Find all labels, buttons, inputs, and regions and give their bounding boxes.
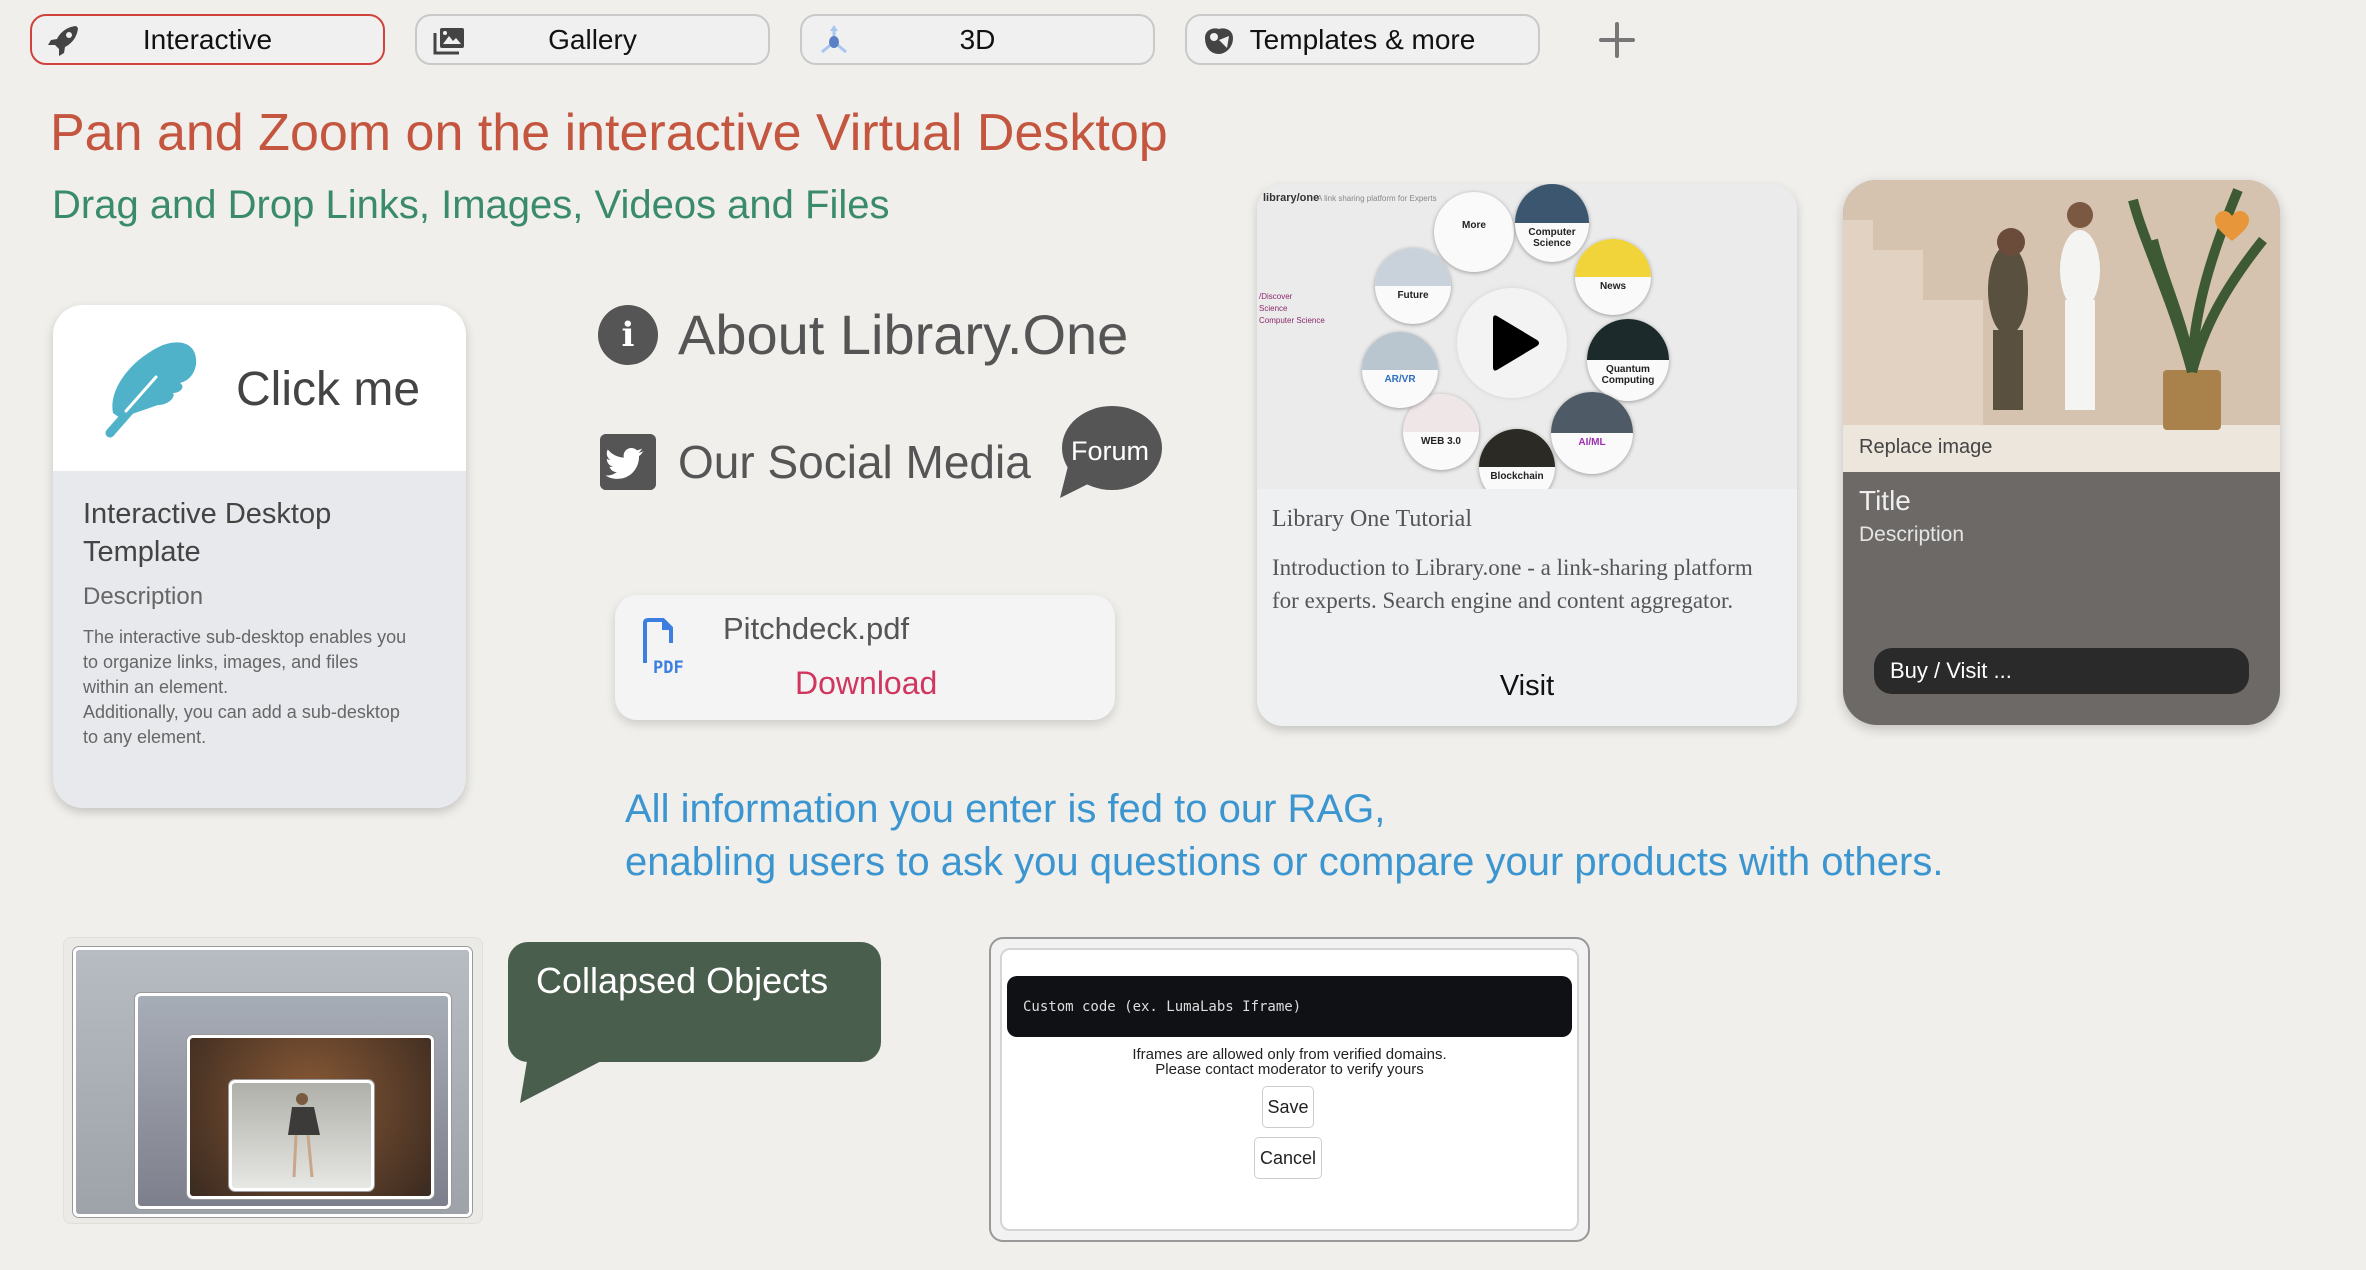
tab-label: 3D [959,23,996,55]
product-description: Description [1859,523,1965,546]
pdf-icon-text: PDF [653,658,684,677]
description-heading: Description [83,583,204,610]
model-photo [288,1093,320,1178]
social-media-link[interactable]: Our Social Media [600,434,1031,490]
product-card[interactable]: Replace image Title Description Buy / Vi… [1843,180,2280,725]
thumbnail-node: Quantum Computing [1587,319,1669,401]
gallery-icon [433,28,464,55]
download-link[interactable]: Download [795,665,937,702]
plus-icon[interactable] [1597,20,1637,60]
template-card[interactable]: Click me Interactive Desktop Template De… [53,305,466,808]
bubble-tail [520,1055,613,1103]
thumbnail-node: News [1575,239,1651,315]
thumbnail-sidebar-item: Science [1259,304,1288,313]
forum-label: Forum [1070,436,1149,466]
thumbnail-brand: library/one [1263,192,1320,204]
pdf-file-icon: PDF [643,618,684,677]
twitter-icon [600,434,656,490]
thumbnail-node: Blockchain [1479,429,1555,489]
description-text: The interactive sub-desktop enables you … [83,627,407,747]
video-thumbnail[interactable]: library/one A link sharing platform for … [1257,184,1797,489]
thumbnail-sidebar-item: Computer Science [1259,316,1325,325]
custom-code-widget: Iframes are allowed only from verified d… [989,937,1590,1242]
forum-button[interactable]: Forum [1056,406,1164,502]
play-button[interactable] [1457,288,1567,398]
tab-3d[interactable]: 3D [800,14,1155,65]
product-title: Title [1859,485,1911,516]
cancel-button[interactable]: Cancel [1254,1137,1322,1179]
play-icon [1493,315,1539,371]
template-title: Interactive Desktop Template [83,498,332,568]
collapsed-objects-label: Collapsed Objects [536,960,829,1001]
3d-axes-icon [821,25,847,54]
rag-info-text: All information you enter is fed to our … [625,787,1944,884]
thumbnail-node: WEB 3.0 [1403,394,1479,470]
social-label: Our Social Media [678,436,1031,488]
about-link[interactable]: i About Library.One [598,302,1128,367]
thumbnail-node: AR/VR [1362,332,1438,408]
page-headline: Pan and Zoom on the interactive Virtual … [50,104,1168,162]
save-button[interactable]: Save [1262,1086,1314,1128]
templates-icon [1205,28,1233,54]
feather-icon [105,342,197,438]
thumbnail-node: AI/ML [1551,392,1633,474]
info-icon: i [598,304,658,365]
tab-label: Interactive [142,23,273,55]
thumbnail-sidebar-item: /Discover [1259,292,1293,301]
visit-button[interactable]: Visit [1257,670,1797,703]
custom-code-input[interactable] [1007,976,1572,1037]
tab-label: Templates & more [1249,23,1476,55]
buy-visit-button[interactable]: Buy / Visit ... [1874,648,2249,694]
tab-interactive[interactable]: Interactive [30,14,385,65]
collapsed-image-stack[interactable] [63,937,483,1224]
pdf-filename: Pitchdeck.pdf [723,611,910,646]
heart-icon[interactable] [2214,210,2250,242]
collapsed-objects-bubble[interactable]: Collapsed Objects [508,942,881,1062]
page-subheadline: Drag and Drop Links, Images, Videos and … [52,183,890,227]
replace-image-label[interactable]: Replace image [1859,436,1992,459]
tab-gallery[interactable]: Gallery [415,14,770,65]
rocket-icon [48,26,78,56]
video-card[interactable]: library/one A link sharing platform for … [1257,184,1797,726]
about-label: About Library.One [678,303,1129,366]
tab-label: Gallery [548,23,637,55]
click-me-label: Click me [236,363,421,416]
thumbnail-tagline: A link sharing platform for Experts [1317,194,1437,203]
pdf-file-card[interactable]: PDF Pitchdeck.pdf Download [615,595,1115,720]
video-title: Library One Tutorial [1272,506,1472,532]
iframe-note: Iframes are allowed only from verified d… [1132,1046,1447,1078]
stack-image-4[interactable] [229,1080,374,1191]
tab-templates[interactable]: Templates & more [1185,14,1540,65]
thumbnail-node: Future [1375,248,1451,324]
click-me-button[interactable]: Click me [53,305,466,471]
video-description: Introduction to Library.one - a link-sha… [1272,555,1753,613]
